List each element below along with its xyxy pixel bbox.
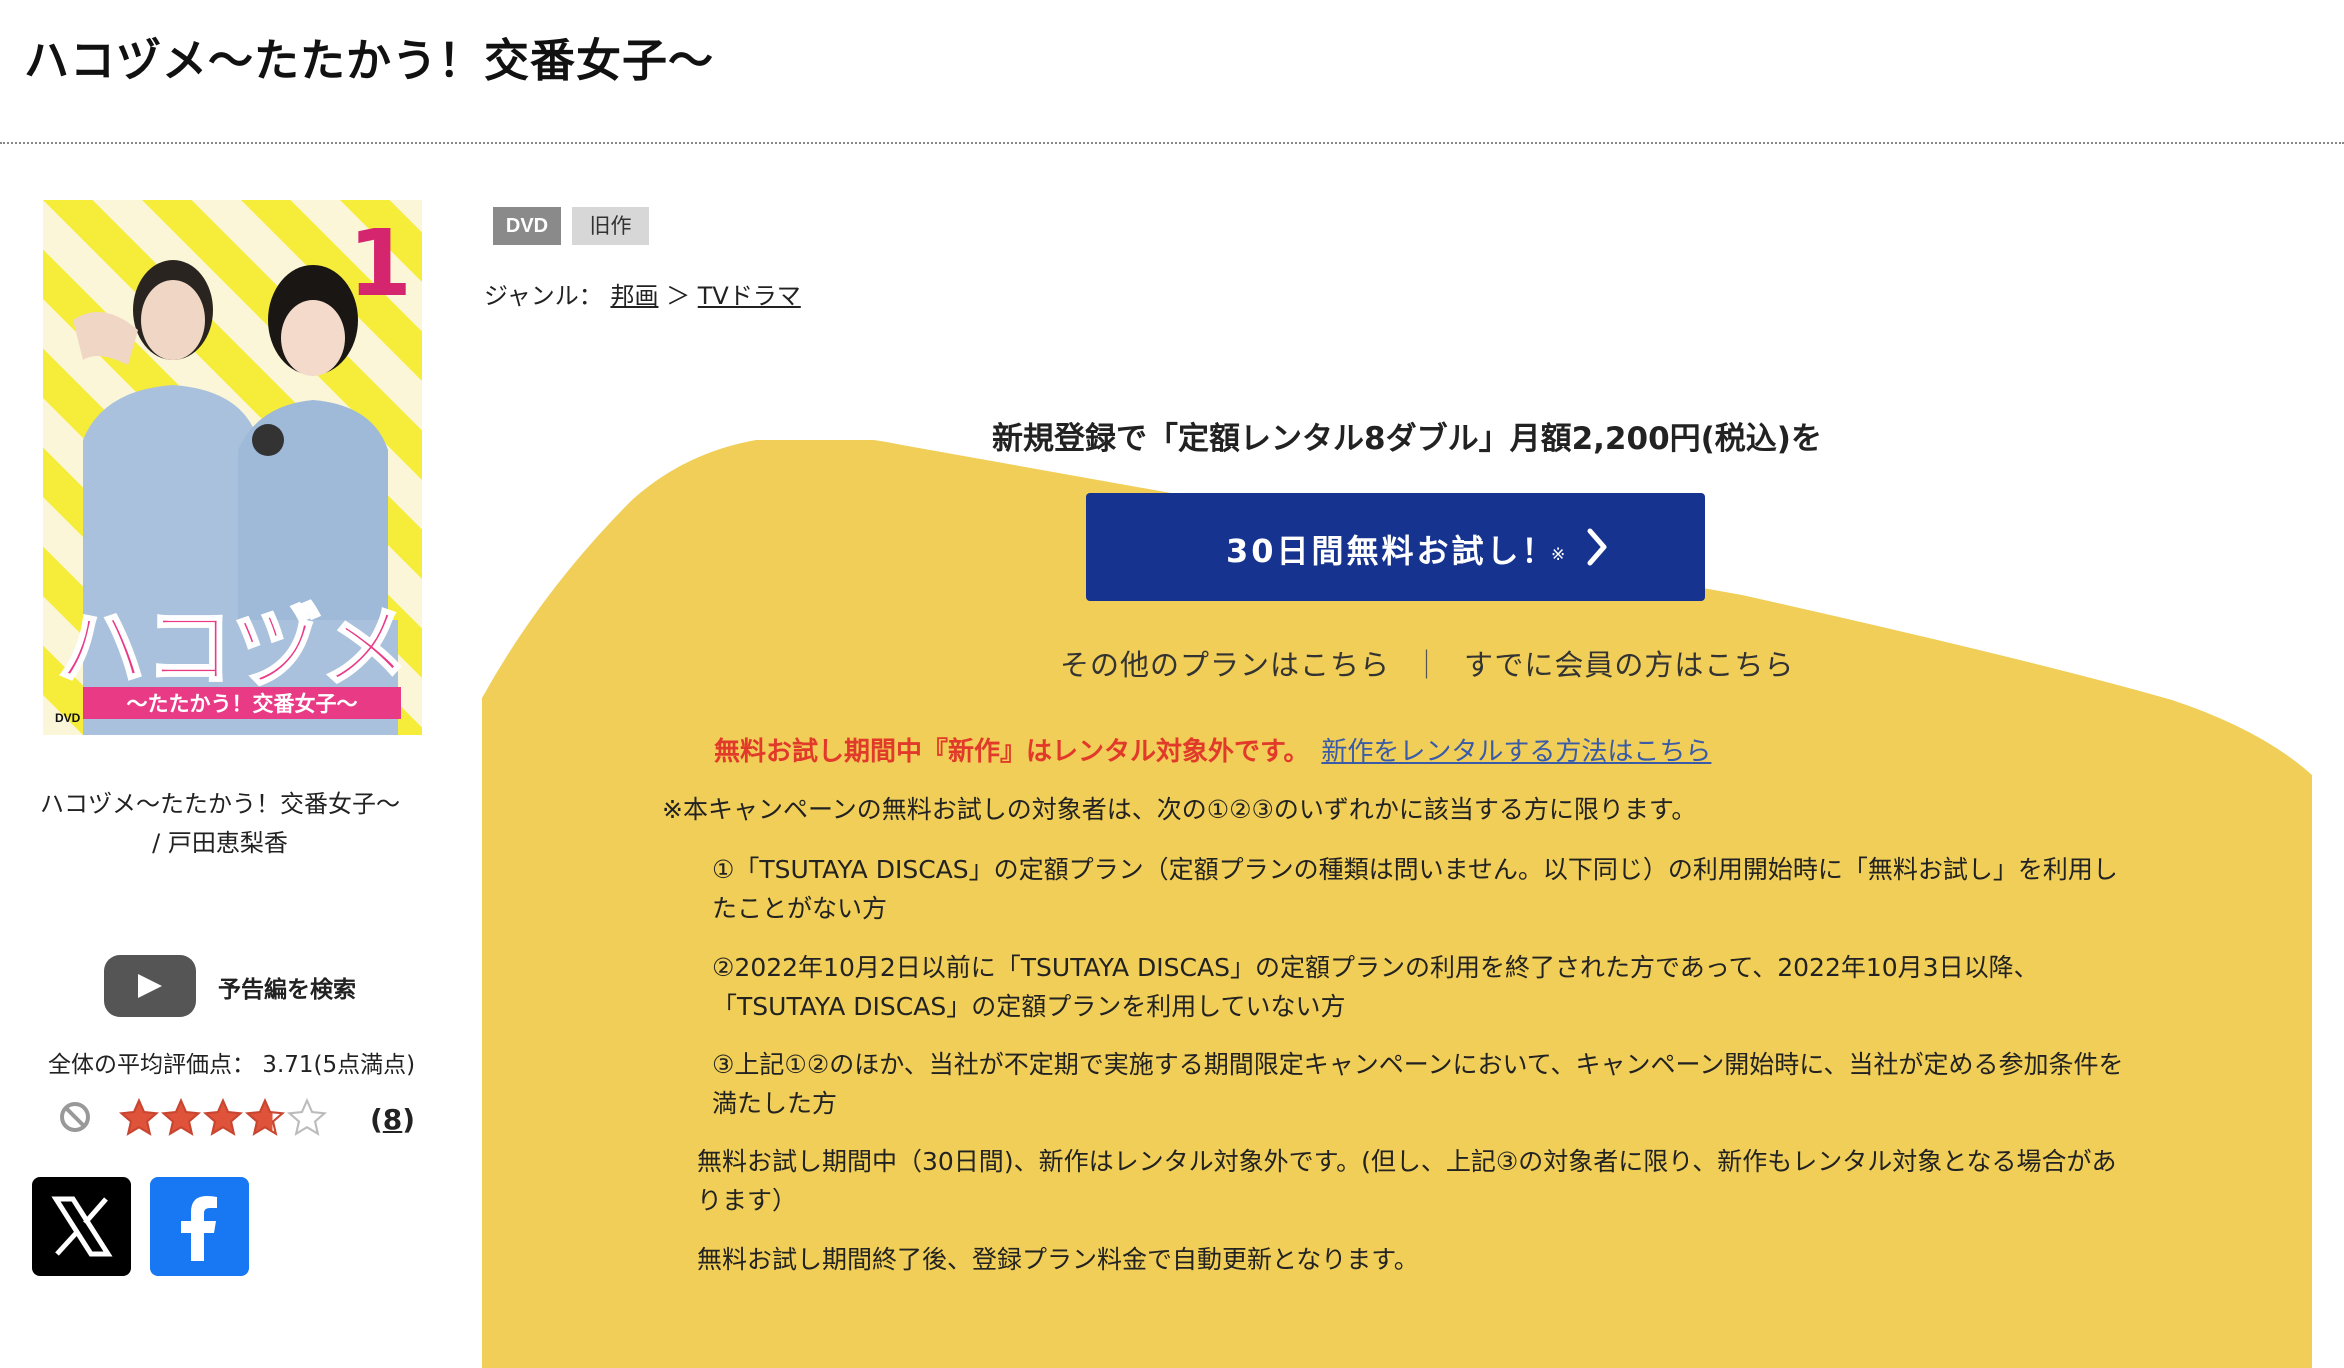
trial-note: 無料お試し期間中（30日間)、新作はレンタル対象外です。(但し、上記③の対象者に… bbox=[697, 1147, 2117, 1215]
trial-note: 無料お試し期間終了後、登録プラン料金で自動更新となります。 bbox=[697, 1245, 1419, 1274]
average-rating: 全体の平均評価点： 3.71(5点満点) bbox=[48, 1052, 416, 1078]
no-rating-icon[interactable] bbox=[58, 1100, 92, 1134]
eligibility-condition: ①「TSUTAYA DISCAS」の定額プラン（定額プランの種類は問いません。以… bbox=[712, 855, 2118, 923]
page-title: ハコヅメ〜たたかう！交番女子〜 bbox=[24, 34, 715, 87]
other-plans-link[interactable]: その他のプランはこちら bbox=[1060, 648, 1390, 682]
star-icon[interactable] bbox=[244, 1097, 286, 1139]
star-icon[interactable] bbox=[118, 1097, 160, 1139]
new-release-notice: 無料お試し期間中『新作』はレンタル対象外です。 新作をレンタルする方法はこちら bbox=[714, 731, 1711, 768]
new-release-rental-link[interactable]: 新作をレンタルする方法はこちら bbox=[1321, 737, 1711, 767]
free-trial-label: 30日間無料お試し！ bbox=[1226, 532, 1557, 570]
cover-logo: ハコヅメ bbox=[57, 596, 409, 699]
star-icon[interactable] bbox=[160, 1097, 202, 1139]
genre-breadcrumb: ジャンル： 邦画 ＞ TVドラマ bbox=[484, 276, 801, 311]
cover-dvd-mark: DVD bbox=[55, 711, 81, 725]
star-icon[interactable] bbox=[286, 1097, 328, 1139]
format-badge: DVD bbox=[493, 207, 561, 245]
status-badge: 旧作 bbox=[572, 207, 649, 245]
star-rating[interactable] bbox=[118, 1093, 328, 1143]
dvd-cover-image[interactable]: 1 ハコヅメ 〜たたかう！交番女子〜 DVD bbox=[43, 200, 422, 735]
link-separator: ｜ bbox=[1412, 648, 1443, 682]
notice-warning-text: 無料お試し期間中『新作』はレンタル対象外です。 bbox=[714, 737, 1310, 767]
eligibility-intro: ※本キャンペーンの無料お試しの対象者は、次の①②③のいずれかに該当する方に限りま… bbox=[662, 795, 1697, 824]
item-cast: / 戸田恵梨香 bbox=[152, 829, 288, 857]
genre-separator: ＞ bbox=[666, 282, 691, 310]
rating-count[interactable]: (8) bbox=[370, 1103, 415, 1136]
item-info: ハコヅメ〜たたかう！交番女子〜 / 戸田恵梨香 bbox=[20, 785, 420, 863]
genre-child-link[interactable]: TVドラマ bbox=[698, 282, 801, 310]
eligibility-condition: ③上記①②のほか、当社が不定期で実施する期間限定キャンペーンにおいて、キャンペー… bbox=[712, 1050, 2124, 1118]
rating-count-link[interactable]: 8 bbox=[383, 1103, 402, 1136]
free-trial-button[interactable]: 30日間無料お試し！ ※ bbox=[1086, 493, 1705, 601]
member-login-link[interactable]: すでに会員の方はこちら bbox=[1464, 648, 1794, 682]
plan-links: その他のプランはこちら ｜ すでに会員の方はこちら bbox=[1060, 642, 1794, 684]
title-divider bbox=[0, 142, 2344, 144]
genre-parent-link[interactable]: 邦画 bbox=[610, 282, 658, 310]
campaign-headline: 新規登録で「定額レンタル8ダブル」月額2,200円(税込)を bbox=[992, 421, 1822, 457]
free-trial-note-mark: ※ bbox=[1551, 545, 1566, 565]
chevron-right-icon bbox=[1587, 528, 1607, 566]
youtube-play-icon[interactable] bbox=[104, 955, 196, 1017]
cover-number: 1 bbox=[348, 210, 412, 317]
eligibility-condition: ②2022年10月2日以前に「TSUTAYA DISCAS」の定額プランの利用を… bbox=[712, 953, 2039, 1021]
genre-label: ジャンル： bbox=[484, 282, 603, 310]
facebook-logo-icon[interactable] bbox=[150, 1177, 249, 1276]
cover-subtitle: 〜たたかう！交番女子〜 bbox=[127, 692, 358, 716]
item-title: ハコヅメ〜たたかう！交番女子〜 bbox=[40, 790, 400, 818]
x-logo-icon[interactable] bbox=[32, 1177, 131, 1276]
trailer-search-link[interactable]: 予告編を検索 bbox=[218, 970, 356, 1004]
star-icon[interactable] bbox=[202, 1097, 244, 1139]
